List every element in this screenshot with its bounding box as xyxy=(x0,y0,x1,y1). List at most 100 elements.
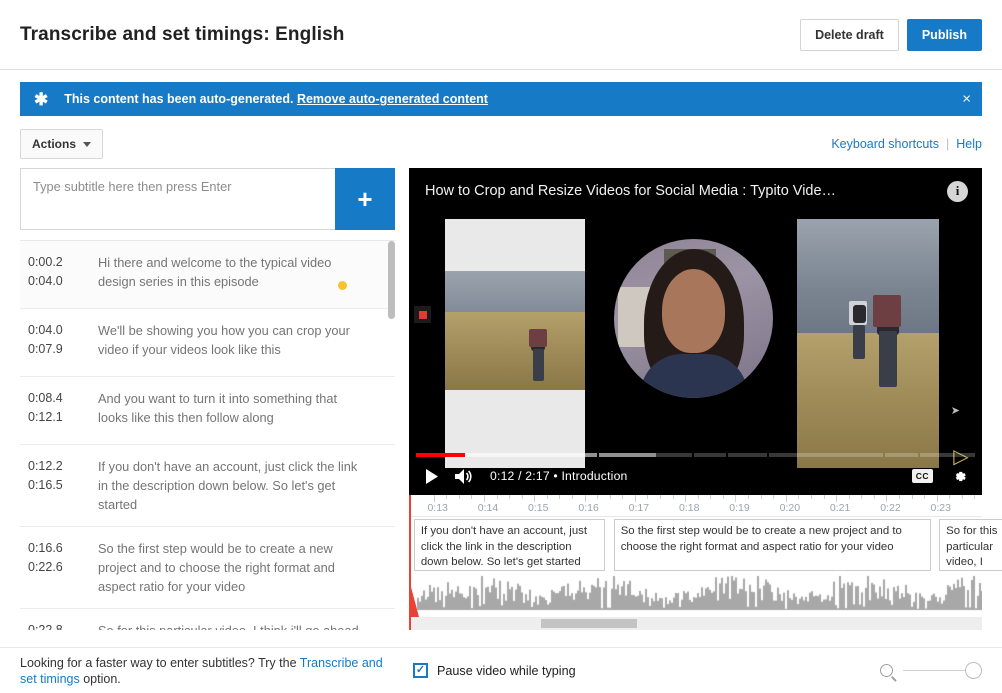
timeline-cue[interactable]: If you don't have an account, just click… xyxy=(413,519,606,571)
subtitle-end-time[interactable]: 0:07.9 xyxy=(28,340,98,359)
subtitle-text[interactable]: If you don't have an account, just click… xyxy=(98,457,381,514)
timeline-cue[interactable]: So for this particular video, I think i'… xyxy=(939,519,1002,571)
subtitle-timestamps[interactable]: 0:00.2 0:04.0 xyxy=(28,253,98,296)
subtitle-end-time[interactable]: 0:12.1 xyxy=(28,408,98,427)
control-bar-right: CC xyxy=(911,468,968,485)
video-player[interactable]: How to Crop and Resize Videos for Social… xyxy=(409,168,982,495)
ruler-tick-label: 0:14 xyxy=(477,502,499,514)
subtitle-entry-row: + xyxy=(20,168,395,230)
ruler-tick-minor xyxy=(798,495,800,499)
timeline-scrollbar[interactable] xyxy=(411,617,982,630)
volume-icon[interactable] xyxy=(455,468,474,484)
subtitle-list-scrollbar[interactable] xyxy=(388,241,395,630)
subtitle-end-time[interactable]: 0:16.5 xyxy=(28,476,98,495)
subtitle-row[interactable]: 0:08.4 0:12.1 And you want to turn it into… xyxy=(20,377,395,445)
subtitle-start-time[interactable]: 0:00.2 xyxy=(28,253,98,272)
publish-button[interactable]: Publish xyxy=(906,18,982,51)
header-actions: Delete draft Publish xyxy=(800,18,982,51)
subtitle-timestamps[interactable]: 0:16.6 0:22.6 xyxy=(28,539,98,596)
ruler-tick-minor xyxy=(760,495,762,499)
ruler-tick-label: 0:23 xyxy=(930,502,951,514)
page-header: Transcribe and set timings: English Dele… xyxy=(0,0,1002,70)
ruler-tick-minor xyxy=(949,495,951,499)
subtitle-marker-dot[interactable] xyxy=(338,281,347,290)
ruler-tick-label: 0:13 xyxy=(427,502,448,514)
subtitle-start-time[interactable]: 0:08.4 xyxy=(28,389,98,408)
add-subtitle-button[interactable]: + xyxy=(335,168,395,230)
scrollbar-thumb[interactable] xyxy=(388,241,395,319)
ruler-tick-major xyxy=(483,495,485,502)
subtitle-row[interactable]: 0:12.2 0:16.5 If you don't have an account… xyxy=(20,445,395,527)
footer-hint: Looking for a faster way to enter subtit… xyxy=(20,655,400,687)
remove-auto-generated-link[interactable]: Remove auto-generated content xyxy=(297,92,488,106)
ruler-tick-major xyxy=(886,495,888,502)
pause-video-option[interactable]: ✓ Pause video while typing xyxy=(413,663,576,678)
subtitle-start-time[interactable]: 0:12.2 xyxy=(28,457,98,476)
player-panel: How to Crop and Resize Videos for Social… xyxy=(409,168,1002,630)
timeline-cue[interactable]: So the first step would be to create a n… xyxy=(613,519,931,571)
ruler-tick-minor xyxy=(961,495,963,499)
zoom-slider-knob[interactable] xyxy=(965,662,982,679)
timeline-ruler[interactable]: 0:13 0:14 0:15 0:16 0:17 0:18 0:19 0:20 0:21 0:22… xyxy=(411,495,982,517)
delete-draft-button[interactable]: Delete draft xyxy=(800,18,899,51)
subtitle-row[interactable]: 0:04.0 0:07.9 We'll be showing you how you… xyxy=(20,309,395,377)
gear-icon[interactable] xyxy=(951,468,968,485)
ruler-tick-major xyxy=(534,495,536,502)
subtitle-start-time[interactable]: 0:04.0 xyxy=(28,321,98,340)
subtitle-timestamps[interactable]: 0:04.0 0:07.9 xyxy=(28,321,98,364)
ruler-tick-minor xyxy=(710,495,712,499)
play-icon[interactable] xyxy=(425,468,439,484)
subtitle-row[interactable]: 0:00.2 0:04.0 Hi there and welcome to the … xyxy=(20,241,395,309)
subtitle-text[interactable]: And you want to turn it into something t… xyxy=(98,389,381,432)
subtitle-timestamps[interactable]: 0:12.2 0:16.5 xyxy=(28,457,98,514)
ruler-tick-minor xyxy=(597,495,599,499)
subtitle-text[interactable]: Hi there and welcome to the typical vide… xyxy=(98,253,381,296)
subtitle-text[interactable]: So the first step would be to create a n… xyxy=(98,539,381,596)
ruler-tick-minor xyxy=(911,495,913,499)
subtitle-timestamps[interactable]: 0:22.80:26.5 xyxy=(28,621,98,630)
subtitle-timeline[interactable]: 0:13 0:14 0:15 0:16 0:17 0:18 0:19 0:20 0:21 0:22… xyxy=(409,495,1002,630)
ruler-tick-minor xyxy=(559,495,561,499)
keyboard-shortcuts-link[interactable]: Keyboard shortcuts xyxy=(831,137,939,151)
audio-waveform[interactable] xyxy=(411,573,982,617)
pause-video-label: Pause video while typing xyxy=(437,663,576,678)
footer-hint-prefix: Looking for a faster way to enter subtit… xyxy=(20,655,300,670)
page-title: Transcribe and set timings: English xyxy=(20,23,345,45)
editor-toolbar: Actions Keyboard shortcuts | Help xyxy=(0,116,1002,160)
subtitle-end-time[interactable]: 0:22.6 xyxy=(28,558,98,577)
close-icon[interactable]: × xyxy=(962,92,971,107)
playhead-marker xyxy=(411,587,419,617)
subtitle-text[interactable]: So for this particular video, I think i'… xyxy=(98,621,381,630)
subtitle-input[interactable] xyxy=(20,168,335,230)
ruler-tick-minor xyxy=(848,495,850,499)
control-bar: 0:12 / 2:17 • Introduction CC xyxy=(409,457,982,495)
timeline-scrollbar-thumb[interactable] xyxy=(541,619,637,628)
subtitle-row[interactable]: 0:16.6 0:22.6 So the first step would be t… xyxy=(20,527,395,609)
ruler-tick-minor xyxy=(672,495,674,499)
player-controls: 0:12 / 2:17 • Introduction CC xyxy=(409,447,982,495)
actions-button[interactable]: Actions xyxy=(20,129,104,159)
zoom-slider-rail[interactable] xyxy=(903,669,965,672)
ruler-tick-minor xyxy=(660,495,662,499)
subtitle-end-time[interactable]: 0:04.0 xyxy=(28,272,98,291)
ruler-tick-minor xyxy=(458,495,460,499)
timeline-zoom-control[interactable] xyxy=(880,662,982,679)
main-content: + 0:00.20:04.0Hi there and welcome to th… xyxy=(0,160,1002,630)
banner-container: ✱ This content has been auto-generated. … xyxy=(0,70,1002,116)
subtitle-list: 0:00.2 0:04.0 Hi there and welcome to the … xyxy=(20,240,395,630)
subtitle-start-time[interactable]: 0:22.8 xyxy=(28,621,98,630)
magnifier-icon xyxy=(880,664,893,677)
mouse-cursor-icon: ➤ xyxy=(950,405,960,417)
subtitle-start-time[interactable]: 0:16.6 xyxy=(28,539,98,558)
subtitle-timestamps[interactable]: 0:08.4 0:12.1 xyxy=(28,389,98,432)
pause-video-checkbox[interactable]: ✓ xyxy=(413,663,428,678)
ruler-tick-label: 0:22 xyxy=(880,502,901,514)
ruler-tick-minor xyxy=(446,495,448,499)
info-icon[interactable]: i xyxy=(947,180,968,202)
captions-button[interactable]: CC xyxy=(911,469,933,483)
help-link[interactable]: Help xyxy=(956,137,982,151)
subtitle-row[interactable]: 0:22.80:26.5So for this particular video… xyxy=(20,609,395,630)
subtitle-text[interactable]: We'll be showing you how you can crop yo… xyxy=(98,321,381,364)
ruler-tick-major xyxy=(433,495,435,502)
video-clip-left xyxy=(445,219,585,468)
